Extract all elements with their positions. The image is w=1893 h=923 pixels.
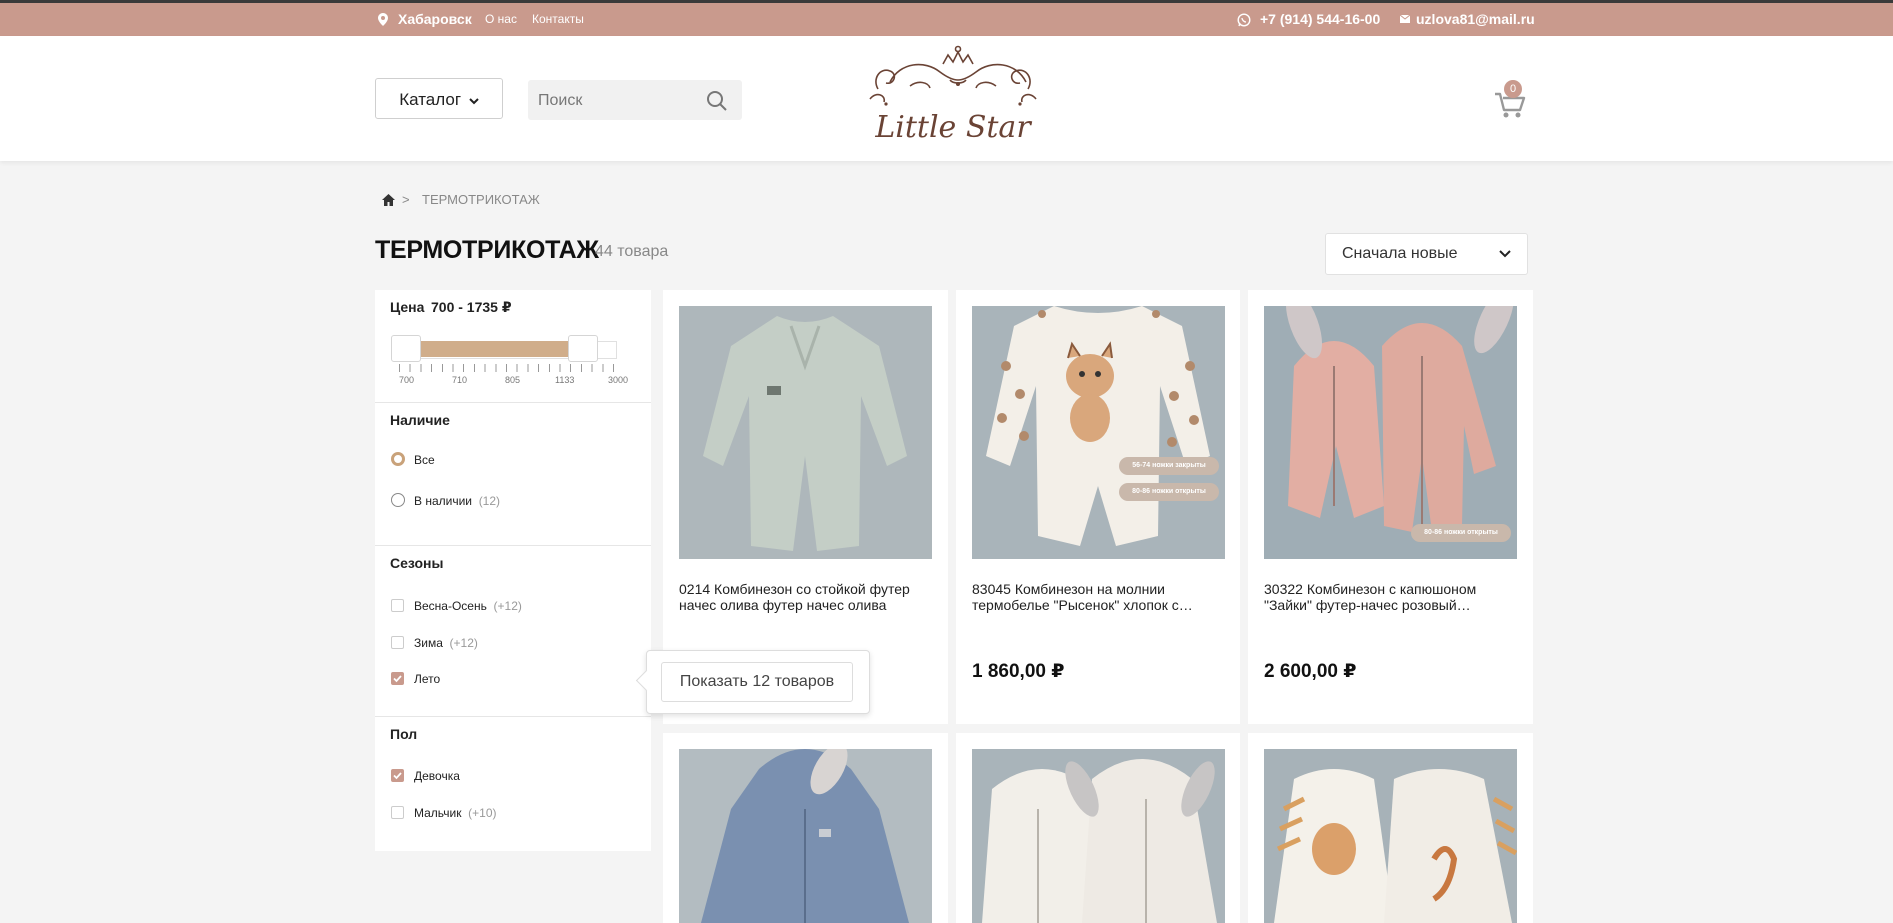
season-winter-checkbox[interactable] bbox=[391, 636, 404, 649]
season-spring-autumn-checkbox[interactable] bbox=[391, 599, 404, 612]
product-card[interactable] bbox=[956, 733, 1240, 923]
availability-all-label[interactable]: Все bbox=[414, 453, 435, 467]
price-tick-label: 3000 bbox=[608, 375, 629, 385]
product-card[interactable]: 80-86 ножки открыты 30322 Комбинезон с к… bbox=[1248, 290, 1533, 724]
catalog-label: Каталог bbox=[399, 90, 462, 109]
seasons-title: Сезоны bbox=[390, 555, 444, 571]
filter-panel: Цена 700 - 1735 ₽ 700 710 805 1133 3000 … bbox=[375, 290, 651, 851]
check-icon bbox=[393, 772, 402, 780]
email-link[interactable]: uzlova81@mail.ru bbox=[1416, 3, 1535, 36]
product-price: 2 600,00 ₽ bbox=[1264, 661, 1357, 682]
jumpsuit-illustration bbox=[986, 306, 1210, 546]
price-tick-label: 805 bbox=[505, 375, 521, 385]
check-icon bbox=[393, 675, 402, 683]
product-name[interactable]: 30322 Комбинезон с капюшоном "Зайки" фут… bbox=[1264, 581, 1517, 613]
search-input[interactable] bbox=[536, 80, 700, 122]
jumpsuit-illustration bbox=[1285, 306, 1514, 532]
option-label: В наличии bbox=[414, 494, 473, 508]
about-link[interactable]: О нас bbox=[485, 3, 517, 36]
product-image[interactable]: 80-86 ножки открыты bbox=[1264, 306, 1517, 559]
product-name[interactable]: 83045 Комбинезон на молнии термобелье "Р… bbox=[972, 581, 1225, 613]
option-count: (+10) bbox=[468, 806, 497, 820]
product-count: 44 товара bbox=[595, 243, 669, 260]
gender-title: Пол bbox=[390, 726, 418, 742]
price-tick-label: 1133 bbox=[555, 375, 575, 385]
show-results-button[interactable]: Показать 12 товаров bbox=[661, 662, 853, 702]
price-slider-ticks bbox=[399, 364, 619, 372]
product-card[interactable]: 56-74 ножки закрыты 80-86 ножки открыты … bbox=[956, 290, 1240, 724]
breadcrumb-current: ТЕРМОТРИКОТАЖ bbox=[422, 192, 540, 207]
page-title: ТЕРМОТРИКОТАЖ bbox=[375, 236, 599, 264]
price-slider-fill bbox=[411, 341, 571, 357]
sort-label: Сначала новые bbox=[1342, 245, 1458, 262]
product-card[interactable] bbox=[1248, 733, 1533, 923]
show-results-popup: Показать 12 товаров bbox=[635, 650, 870, 714]
top-bar: Хабаровск О нас Контакты +7 (914) 544-16… bbox=[0, 3, 1893, 36]
catalog-button[interactable]: Каталог bbox=[375, 78, 503, 119]
gender-boy-label[interactable]: Мальчик (+10) bbox=[414, 806, 497, 820]
breadcrumb-separator: > bbox=[402, 192, 410, 207]
home-icon[interactable] bbox=[382, 194, 395, 206]
contacts-link[interactable]: Контакты bbox=[532, 3, 584, 36]
product-badge: 80-86 ножки открыты bbox=[1119, 483, 1219, 501]
availability-all-radio[interactable] bbox=[391, 452, 405, 466]
product-image[interactable] bbox=[679, 749, 932, 923]
logo-text: Little Star bbox=[874, 110, 1032, 145]
gender-filter: Пол Девочка Мальчик (+10) bbox=[375, 716, 651, 851]
city-link[interactable]: Хабаровск bbox=[398, 3, 472, 36]
price-min-handle[interactable] bbox=[391, 335, 421, 362]
price-tick-label: 710 bbox=[452, 375, 468, 385]
season-summer-checkbox[interactable] bbox=[391, 672, 404, 685]
gender-girl-checkbox[interactable] bbox=[391, 769, 404, 782]
product-name[interactable]: 0214 Комбинезон со стойкой футер начес о… bbox=[679, 581, 932, 613]
whatsapp-icon bbox=[1237, 13, 1251, 27]
chevron-down-icon bbox=[469, 97, 479, 104]
price-filter: Цена 700 - 1735 ₽ 700 710 805 1133 3000 bbox=[375, 290, 651, 403]
product-image[interactable] bbox=[679, 306, 932, 559]
availability-filter: Наличие Все В наличии (12) bbox=[375, 402, 651, 546]
season-summer-label[interactable]: Лето bbox=[414, 672, 440, 686]
option-count: (12) bbox=[478, 494, 501, 508]
little-star-logo[interactable]: Little Star bbox=[850, 44, 1056, 150]
sort-select[interactable]: Сначала новые bbox=[1325, 233, 1528, 275]
phone-link[interactable]: +7 (914) 544-16-00 bbox=[1260, 3, 1380, 36]
product-card[interactable] bbox=[663, 733, 948, 923]
price-max-handle[interactable] bbox=[568, 335, 598, 362]
option-count: (+12) bbox=[493, 599, 522, 613]
jumpsuit-illustration bbox=[1274, 769, 1517, 923]
jumpsuit-illustration bbox=[701, 749, 909, 923]
cart-count-badge: 0 bbox=[1504, 80, 1522, 98]
product-badge: 56-74 ножки закрыты bbox=[1119, 457, 1219, 475]
option-count: (+12) bbox=[449, 636, 478, 650]
season-winter-label[interactable]: Зима (+12) bbox=[414, 636, 478, 650]
jumpsuit-illustration bbox=[982, 759, 1217, 923]
option-label: Весна-Осень bbox=[414, 599, 487, 613]
product-image[interactable] bbox=[1264, 749, 1517, 923]
chevron-down-icon bbox=[1499, 250, 1511, 258]
header: Каталог Little Star bbox=[0, 36, 1893, 161]
availability-in-stock-label[interactable]: В наличии (12) bbox=[414, 494, 500, 508]
season-spring-autumn-label[interactable]: Весна-Осень (+12) bbox=[414, 599, 522, 613]
price-range-text: 700 - 1735 ₽ bbox=[431, 299, 512, 315]
search-icon[interactable] bbox=[706, 90, 728, 112]
jumpsuit-illustration bbox=[703, 316, 907, 551]
availability-title: Наличие bbox=[390, 412, 450, 428]
option-label: Зима bbox=[414, 636, 443, 650]
availability-in-stock-radio[interactable] bbox=[391, 493, 405, 507]
product-badge: 80-86 ножки открыты bbox=[1411, 524, 1511, 542]
price-filter-title: Цена bbox=[390, 299, 425, 315]
gender-girl-label[interactable]: Девочка bbox=[414, 769, 460, 783]
product-price: 1 860,00 ₽ bbox=[972, 661, 1065, 682]
product-image[interactable]: 56-74 ножки закрыты 80-86 ножки открыты bbox=[972, 306, 1225, 559]
price-tick-label: 700 bbox=[399, 375, 415, 385]
gender-boy-checkbox[interactable] bbox=[391, 806, 404, 819]
mail-icon bbox=[1400, 15, 1410, 23]
product-image[interactable] bbox=[972, 749, 1225, 923]
option-label: Мальчик bbox=[414, 806, 462, 820]
search-box bbox=[528, 80, 742, 122]
location-pin-icon bbox=[378, 13, 388, 26]
seasons-filter: Сезоны Весна-Осень (+12) Зима (+12) Лето bbox=[375, 545, 651, 717]
